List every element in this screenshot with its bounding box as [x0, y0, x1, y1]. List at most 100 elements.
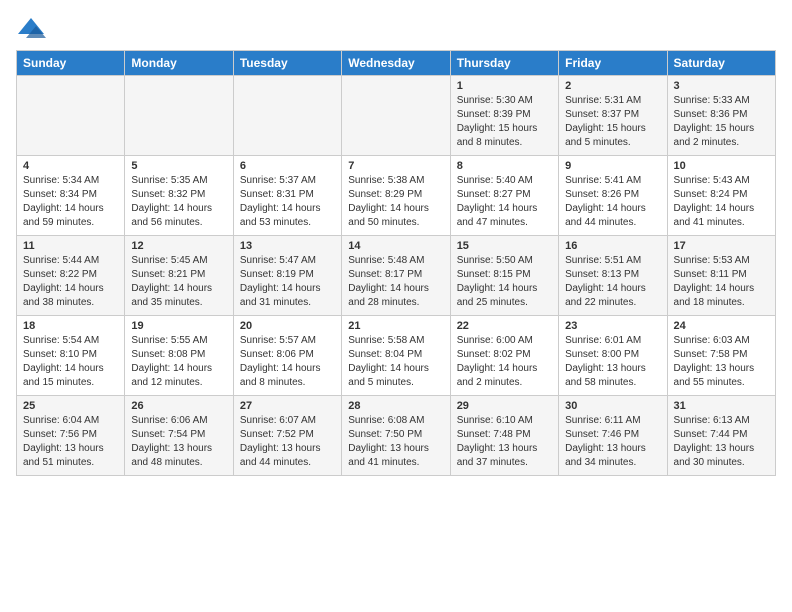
- logo: [16, 16, 50, 40]
- day-info: Sunrise: 5:57 AM Sunset: 8:06 PM Dayligh…: [240, 334, 335, 390]
- logo-icon: [16, 16, 46, 40]
- day-number: 24: [674, 320, 769, 332]
- day-info: Sunrise: 6:00 AM Sunset: 8:02 PM Dayligh…: [457, 334, 552, 390]
- calendar-cell: 2 Sunrise: 5:31 AM Sunset: 8:37 PM Daylig…: [559, 76, 667, 156]
- day-number: 28: [348, 400, 443, 412]
- day-number: 1: [457, 80, 552, 92]
- calendar-cell: 6 Sunrise: 5:37 AM Sunset: 8:31 PM Daylig…: [233, 156, 341, 236]
- day-info: Sunrise: 5:48 AM Sunset: 8:17 PM Dayligh…: [348, 254, 443, 310]
- calendar-cell: 5Sunrise: 5:35 AM Sunset: 8:32 PM Daylig…: [125, 156, 233, 236]
- day-info: Sunrise: 5:33 AM Sunset: 8:36 PM Dayligh…: [674, 94, 769, 150]
- day-number: 25: [23, 400, 118, 412]
- calendar-cell: [125, 76, 233, 156]
- calendar-cell: 26 Sunrise: 6:06 AM Sunset: 7:54 PM Dayli…: [125, 396, 233, 476]
- header-sunday: Sunday: [17, 51, 125, 76]
- calendar-cell: 1 Sunrise: 5:30 AM Sunset: 8:39 PM Daylig…: [450, 76, 558, 156]
- day-number: 26: [131, 400, 226, 412]
- day-number: 31: [674, 400, 769, 412]
- day-number: 21: [348, 320, 443, 332]
- day-info: Sunrise: 5:37 AM Sunset: 8:31 PM Dayligh…: [240, 174, 335, 230]
- day-info: Sunrise: 5:58 AM Sunset: 8:04 PM Dayligh…: [348, 334, 443, 390]
- day-info: Sunrise: 6:06 AM Sunset: 7:54 PM Dayligh…: [131, 414, 226, 470]
- calendar-cell: 15 Sunrise: 5:50 AM Sunset: 8:15 PM Dayli…: [450, 236, 558, 316]
- calendar-week-3: 11Sunrise: 5:44 AM Sunset: 8:22 PM Dayli…: [17, 236, 776, 316]
- calendar-week-5: 25 Sunrise: 6:04 AM Sunset: 7:56 PM Dayli…: [17, 396, 776, 476]
- day-info: Sunrise: 5:47 AM Sunset: 8:19 PM Dayligh…: [240, 254, 335, 310]
- day-number: 8: [457, 160, 552, 172]
- header-monday: Monday: [125, 51, 233, 76]
- calendar-week-1: 1 Sunrise: 5:30 AM Sunset: 8:39 PM Daylig…: [17, 76, 776, 156]
- page-header: [16, 16, 776, 40]
- calendar-table: SundayMondayTuesdayWednesdayThursdayFrid…: [16, 50, 776, 476]
- calendar-cell: 17Sunrise: 5:53 AM Sunset: 8:11 PM Dayli…: [667, 236, 775, 316]
- day-info: Sunrise: 5:34 AM Sunset: 8:34 PM Dayligh…: [23, 174, 118, 230]
- day-number: 10: [674, 160, 769, 172]
- day-info: Sunrise: 6:04 AM Sunset: 7:56 PM Dayligh…: [23, 414, 118, 470]
- day-info: Sunrise: 5:40 AM Sunset: 8:27 PM Dayligh…: [457, 174, 552, 230]
- day-number: 27: [240, 400, 335, 412]
- day-number: 16: [565, 240, 660, 252]
- day-number: 18: [23, 320, 118, 332]
- calendar-cell: 12Sunrise: 5:45 AM Sunset: 8:21 PM Dayli…: [125, 236, 233, 316]
- calendar-cell: [342, 76, 450, 156]
- calendar-cell: 9 Sunrise: 5:41 AM Sunset: 8:26 PM Daylig…: [559, 156, 667, 236]
- header-thursday: Thursday: [450, 51, 558, 76]
- calendar-cell: 21 Sunrise: 5:58 AM Sunset: 8:04 PM Dayli…: [342, 316, 450, 396]
- calendar-cell: 25 Sunrise: 6:04 AM Sunset: 7:56 PM Dayli…: [17, 396, 125, 476]
- day-number: 2: [565, 80, 660, 92]
- calendar-cell: 19Sunrise: 5:55 AM Sunset: 8:08 PM Dayli…: [125, 316, 233, 396]
- day-info: Sunrise: 5:53 AM Sunset: 8:11 PM Dayligh…: [674, 254, 769, 310]
- day-info: Sunrise: 5:45 AM Sunset: 8:21 PM Dayligh…: [131, 254, 226, 310]
- day-info: Sunrise: 5:30 AM Sunset: 8:39 PM Dayligh…: [457, 94, 552, 150]
- day-number: 13: [240, 240, 335, 252]
- day-number: 23: [565, 320, 660, 332]
- day-info: Sunrise: 5:41 AM Sunset: 8:26 PM Dayligh…: [565, 174, 660, 230]
- day-number: 6: [240, 160, 335, 172]
- header-wednesday: Wednesday: [342, 51, 450, 76]
- day-info: Sunrise: 6:10 AM Sunset: 7:48 PM Dayligh…: [457, 414, 552, 470]
- day-number: 30: [565, 400, 660, 412]
- calendar-cell: 31 Sunrise: 6:13 AM Sunset: 7:44 PM Dayli…: [667, 396, 775, 476]
- day-number: 29: [457, 400, 552, 412]
- calendar-cell: 16 Sunrise: 5:51 AM Sunset: 8:13 PM Dayli…: [559, 236, 667, 316]
- calendar-cell: 27 Sunrise: 6:07 AM Sunset: 7:52 PM Dayli…: [233, 396, 341, 476]
- day-number: 20: [240, 320, 335, 332]
- day-info: Sunrise: 5:38 AM Sunset: 8:29 PM Dayligh…: [348, 174, 443, 230]
- calendar-cell: 14 Sunrise: 5:48 AM Sunset: 8:17 PM Dayli…: [342, 236, 450, 316]
- day-number: 14: [348, 240, 443, 252]
- calendar-cell: 8 Sunrise: 5:40 AM Sunset: 8:27 PM Daylig…: [450, 156, 558, 236]
- day-info: Sunrise: 6:03 AM Sunset: 7:58 PM Dayligh…: [674, 334, 769, 390]
- calendar-cell: 10 Sunrise: 5:43 AM Sunset: 8:24 PM Dayli…: [667, 156, 775, 236]
- calendar-cell: 13 Sunrise: 5:47 AM Sunset: 8:19 PM Dayli…: [233, 236, 341, 316]
- calendar-cell: 18 Sunrise: 5:54 AM Sunset: 8:10 PM Dayli…: [17, 316, 125, 396]
- calendar-cell: 24 Sunrise: 6:03 AM Sunset: 7:58 PM Dayli…: [667, 316, 775, 396]
- day-info: Sunrise: 5:55 AM Sunset: 8:08 PM Dayligh…: [131, 334, 226, 390]
- day-info: Sunrise: 6:07 AM Sunset: 7:52 PM Dayligh…: [240, 414, 335, 470]
- calendar-header-row: SundayMondayTuesdayWednesdayThursdayFrid…: [17, 51, 776, 76]
- day-info: Sunrise: 5:51 AM Sunset: 8:13 PM Dayligh…: [565, 254, 660, 310]
- calendar-cell: 3Sunrise: 5:33 AM Sunset: 8:36 PM Daylig…: [667, 76, 775, 156]
- day-info: Sunrise: 5:44 AM Sunset: 8:22 PM Dayligh…: [23, 254, 118, 310]
- day-info: Sunrise: 5:31 AM Sunset: 8:37 PM Dayligh…: [565, 94, 660, 150]
- calendar-week-4: 18 Sunrise: 5:54 AM Sunset: 8:10 PM Dayli…: [17, 316, 776, 396]
- day-number: 15: [457, 240, 552, 252]
- calendar-week-2: 4Sunrise: 5:34 AM Sunset: 8:34 PM Daylig…: [17, 156, 776, 236]
- calendar-cell: 22Sunrise: 6:00 AM Sunset: 8:02 PM Dayli…: [450, 316, 558, 396]
- calendar-cell: 28 Sunrise: 6:08 AM Sunset: 7:50 PM Dayli…: [342, 396, 450, 476]
- day-info: Sunrise: 5:43 AM Sunset: 8:24 PM Dayligh…: [674, 174, 769, 230]
- calendar-cell: 29 Sunrise: 6:10 AM Sunset: 7:48 PM Dayli…: [450, 396, 558, 476]
- calendar-cell: 7 Sunrise: 5:38 AM Sunset: 8:29 PM Daylig…: [342, 156, 450, 236]
- day-info: Sunrise: 5:35 AM Sunset: 8:32 PM Dayligh…: [131, 174, 226, 230]
- header-tuesday: Tuesday: [233, 51, 341, 76]
- day-info: Sunrise: 5:54 AM Sunset: 8:10 PM Dayligh…: [23, 334, 118, 390]
- day-info: Sunrise: 6:01 AM Sunset: 8:00 PM Dayligh…: [565, 334, 660, 390]
- day-number: 9: [565, 160, 660, 172]
- day-info: Sunrise: 6:11 AM Sunset: 7:46 PM Dayligh…: [565, 414, 660, 470]
- calendar-cell: 23 Sunrise: 6:01 AM Sunset: 8:00 PM Dayli…: [559, 316, 667, 396]
- day-info: Sunrise: 6:08 AM Sunset: 7:50 PM Dayligh…: [348, 414, 443, 470]
- day-info: Sunrise: 6:13 AM Sunset: 7:44 PM Dayligh…: [674, 414, 769, 470]
- calendar-cell: 11Sunrise: 5:44 AM Sunset: 8:22 PM Dayli…: [17, 236, 125, 316]
- day-number: 7: [348, 160, 443, 172]
- day-info: Sunrise: 5:50 AM Sunset: 8:15 PM Dayligh…: [457, 254, 552, 310]
- header-friday: Friday: [559, 51, 667, 76]
